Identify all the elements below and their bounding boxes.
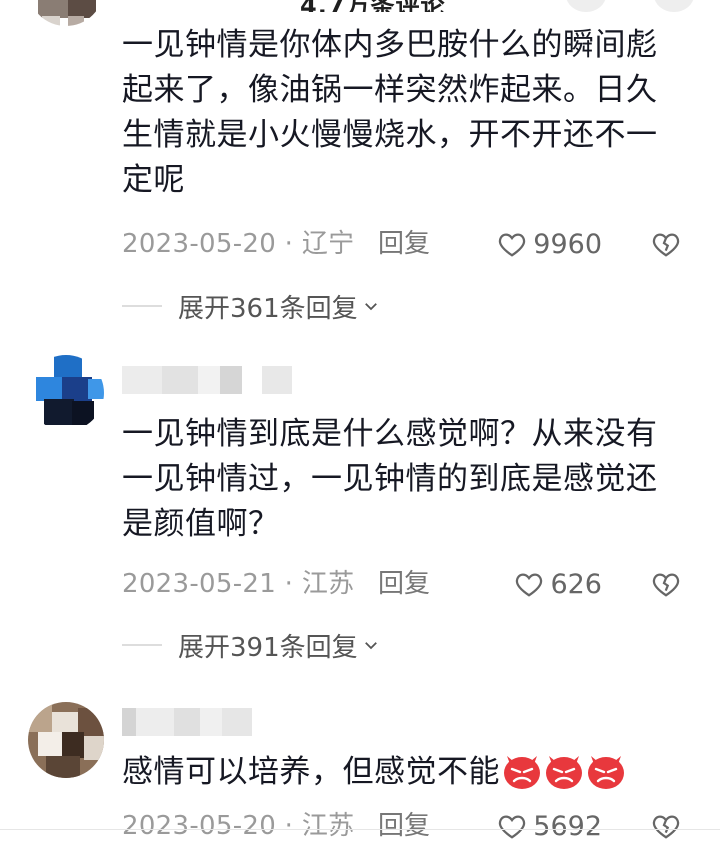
comment-text: 一见钟情是你体内多巴胺什么的瞬间彪起来了，像油锅一样突然炸起来。日久生情就是小火… <box>122 27 658 198</box>
broken-heart-icon[interactable] <box>650 229 682 259</box>
username-blurred[interactable] <box>122 366 292 394</box>
expand-replies-label: 展开361条回复 <box>178 293 358 324</box>
like-button[interactable]: 9960 <box>497 224 602 264</box>
expand-line <box>122 644 162 646</box>
comment-date: 2023-05-20 <box>122 229 277 259</box>
like-count: 9960 <box>533 228 602 260</box>
angry-face-icon <box>504 756 540 789</box>
chevron-down-icon <box>364 303 377 311</box>
close-button[interactable] <box>654 0 694 12</box>
comment-location: 江苏 <box>301 569 355 599</box>
comment-date: 2023-05-21 <box>122 569 277 599</box>
comment-meta: 2023-05-20 · 辽宁 回复 9960 <box>0 224 720 264</box>
expand-line <box>122 305 162 307</box>
avatar[interactable] <box>28 0 104 26</box>
expand-replies-label: 展开391条回复 <box>178 632 358 663</box>
like-button[interactable]: 5692 <box>497 806 602 845</box>
reply-button[interactable]: 回复 <box>378 806 430 845</box>
broken-heart-icon[interactable] <box>650 811 682 841</box>
comments-header: 4.7万条评论 <box>0 0 720 12</box>
heart-icon <box>516 573 543 597</box>
like-count: 5692 <box>533 810 602 842</box>
username-blurred[interactable] <box>122 708 252 736</box>
avatar[interactable] <box>28 702 104 778</box>
like-count: 626 <box>550 568 602 600</box>
comment-location: 江苏 <box>301 811 355 841</box>
at-button[interactable] <box>566 0 606 12</box>
expand-replies[interactable]: 展开391条回复 <box>122 627 380 663</box>
comment-meta: 2023-05-20 · 江苏 回复 5692 <box>0 806 720 845</box>
chevron-down-icon <box>364 642 377 650</box>
comment-text: 感情可以培养，但感觉不能 <box>122 750 682 795</box>
comment-text: 一见钟情到底是什么感觉啊？从来没有一见钟情过，一见钟情的到底是感觉还是颜值啊？ <box>122 416 658 542</box>
comment-meta: 2023-05-21 · 江苏 回复 626 <box>0 564 720 604</box>
comment-count-title: 4.7万条评论 <box>300 0 446 12</box>
broken-heart-icon[interactable] <box>650 569 682 599</box>
like-button[interactable]: 626 <box>514 564 602 604</box>
heart-icon <box>499 233 526 257</box>
reply-button[interactable]: 回复 <box>378 224 430 264</box>
reply-button[interactable]: 回复 <box>378 564 430 604</box>
comment-location: 辽宁 <box>301 229 355 259</box>
expand-replies[interactable]: 展开361条回复 <box>122 288 380 324</box>
comment-date: 2023-05-20 <box>122 811 277 841</box>
bottom-divider <box>0 829 720 830</box>
angry-face-icon <box>588 756 624 789</box>
angry-face-icon <box>546 756 582 789</box>
avatar[interactable] <box>28 355 104 431</box>
comment-text-content: 感情可以培养，但感觉不能 <box>122 754 500 790</box>
heart-icon <box>499 815 526 839</box>
